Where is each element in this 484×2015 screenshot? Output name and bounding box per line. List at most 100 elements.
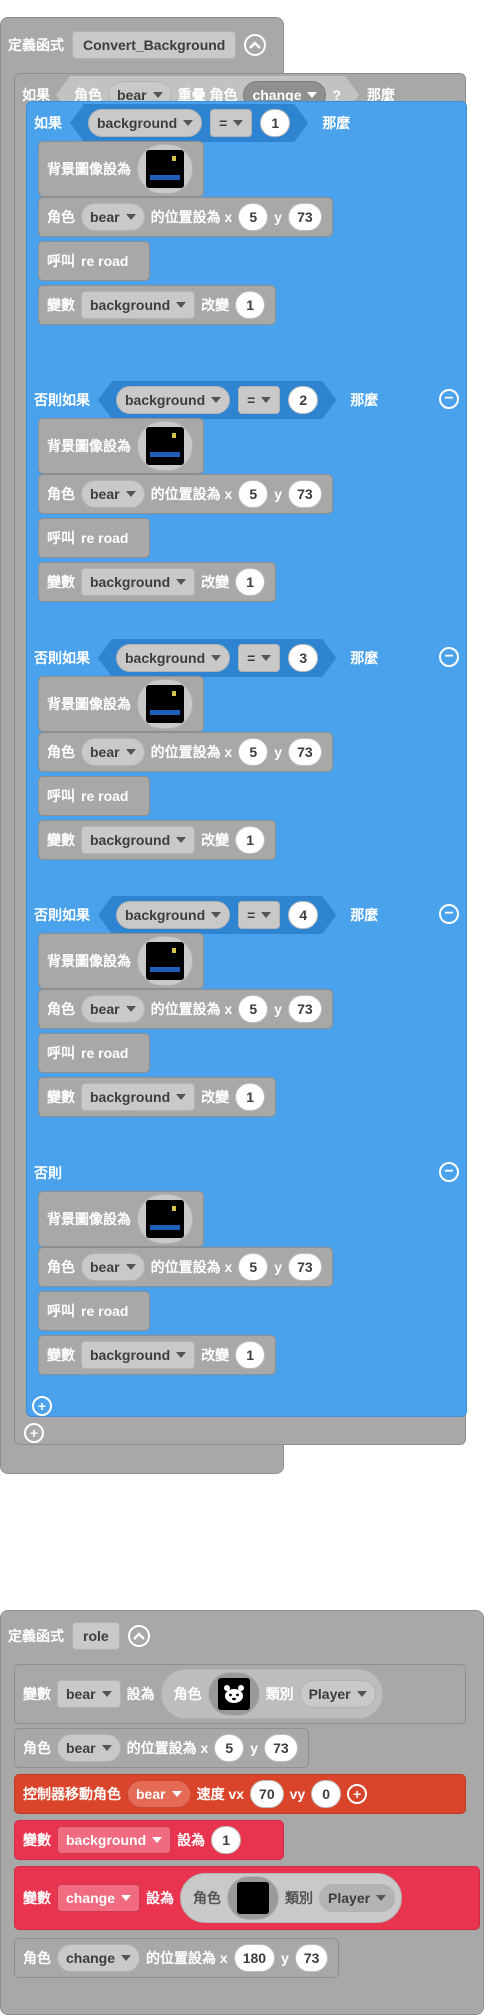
change-by-input[interactable]: 1	[235, 826, 266, 854]
vy-input[interactable]: 0	[311, 1780, 342, 1808]
set-sprite-position-block[interactable]: 角色 bear 的位置設為 x 5 y 73	[38, 989, 333, 1029]
set-variable-block[interactable]: 變數 background 設為 1	[14, 1820, 284, 1860]
call-function-block[interactable]: 呼叫 re road	[38, 1291, 150, 1331]
background-image-picker[interactable]	[137, 679, 193, 729]
operator-dropdown[interactable]: =	[238, 386, 280, 414]
remove-minus-icon[interactable]: −	[439, 389, 459, 409]
set-variable-sprite-block[interactable]: 變數 change 設為 角色 類別 Player	[14, 1866, 480, 1930]
variable-label: 變數	[47, 297, 75, 313]
set-sprite-position-block[interactable]: 角色 change 的位置設為 x 180 y 73	[14, 1938, 340, 1978]
remove-minus-icon[interactable]: −	[439, 904, 459, 924]
compare-value-input[interactable]: 1	[260, 109, 290, 137]
sprite-constructor[interactable]: 角色 類別 Player	[180, 1873, 403, 1923]
y-input[interactable]: 73	[288, 738, 322, 766]
set-sprite-position-block[interactable]: 角色 bear 的位置設為 x 5 y 73	[38, 732, 333, 772]
add-plus-icon[interactable]: +	[24, 1423, 44, 1443]
sprite-dropdown[interactable]: bear	[81, 203, 145, 231]
y-input[interactable]: 73	[294, 1944, 329, 1972]
variable-dropdown[interactable]: background	[57, 1826, 172, 1854]
sprite-constructor[interactable]: 角色 類別 Player	[160, 1669, 383, 1719]
procedure-header[interactable]: 定義函式 Convert_Background	[0, 17, 284, 73]
variable-dropdown[interactable]: background	[81, 826, 196, 854]
value-input[interactable]: 1	[211, 1826, 242, 1854]
call-function-block[interactable]: 呼叫 re road	[38, 518, 150, 558]
set-sprite-position-block[interactable]: 角色 bear 的位置設為 x 5 y 73	[38, 1247, 333, 1287]
kind-dropdown[interactable]: Player	[299, 1680, 376, 1708]
x-input[interactable]: 5	[238, 480, 269, 508]
set-background-block[interactable]: 背景圖像設為	[38, 933, 204, 989]
change-variable-block[interactable]: 變數 background 改變 1	[38, 820, 277, 860]
set-background-block[interactable]: 背景圖像設為	[38, 1191, 204, 1247]
change-by-input[interactable]: 1	[235, 1083, 266, 1111]
operator-dropdown[interactable]: =	[238, 644, 280, 672]
procedure-header[interactable]: 定義函式 role	[0, 1610, 150, 1662]
variable-dropdown[interactable]: change	[57, 1884, 141, 1912]
function-name-field[interactable]: Convert_Background	[72, 31, 237, 59]
change-variable-block[interactable]: 變數 background 改變 1	[38, 562, 277, 602]
variable-dropdown[interactable]: background	[116, 901, 230, 929]
variable-dropdown[interactable]: background	[81, 1341, 196, 1369]
set-background-block[interactable]: 背景圖像設為	[38, 676, 204, 732]
operator-dropdown[interactable]: =	[210, 109, 252, 137]
change-by-input[interactable]: 1	[235, 1341, 266, 1369]
set-background-block[interactable]: 背景圖像設為	[38, 418, 204, 474]
variable-dropdown[interactable]: background	[81, 1083, 196, 1111]
variable-dropdown[interactable]: background	[116, 386, 230, 414]
collapse-chevron-up-icon[interactable]	[244, 34, 267, 56]
x-input[interactable]: 5	[214, 1734, 245, 1762]
set-variable-sprite-block[interactable]: 變數 bear 設為 角色 類別 Player	[14, 1664, 466, 1724]
variable-dropdown[interactable]: background	[81, 568, 196, 596]
change-variable-block[interactable]: 變數 background 改變 1	[38, 285, 277, 325]
remove-minus-icon[interactable]: −	[439, 647, 459, 667]
change-by-input[interactable]: 1	[235, 568, 266, 596]
controller-move-sprite-block[interactable]: 控制器移動角色 bear 速度 vx 70 vy 0 +	[14, 1774, 466, 1814]
operator-dropdown[interactable]: =	[238, 901, 280, 929]
y-input[interactable]: 73	[264, 1734, 298, 1762]
variable-dropdown[interactable]: background	[81, 291, 196, 319]
function-name-field[interactable]: role	[72, 1622, 120, 1650]
x-input[interactable]: 5	[238, 1253, 269, 1281]
background-image-picker[interactable]	[137, 421, 193, 471]
call-function-block[interactable]: 呼叫 re road	[38, 776, 150, 816]
compare-value-input[interactable]: 2	[288, 386, 318, 414]
background-image-picker[interactable]	[137, 936, 193, 986]
sprite-dropdown[interactable]: bear	[81, 738, 145, 766]
x-input[interactable]: 5	[238, 995, 269, 1023]
call-function-block[interactable]: 呼叫 re road	[38, 241, 150, 281]
set-background-block[interactable]: 背景圖像設為	[38, 141, 204, 197]
set-sprite-position-block[interactable]: 角色 bear 的位置設為 x 5 y 73	[38, 197, 333, 237]
sprite-dropdown[interactable]: bear	[57, 1734, 121, 1762]
sprite-dropdown[interactable]: change	[57, 1944, 141, 1972]
compare-value-input[interactable]: 4	[288, 901, 318, 929]
y-input[interactable]: 73	[288, 480, 322, 508]
background-image-picker[interactable]	[137, 1194, 193, 1244]
x-input[interactable]: 5	[238, 738, 269, 766]
background-image-picker[interactable]	[137, 144, 193, 194]
call-function-block[interactable]: 呼叫 re road	[38, 1033, 150, 1073]
sprite-dropdown[interactable]: bear	[81, 995, 145, 1023]
y-input[interactable]: 73	[288, 203, 322, 231]
sprite-dropdown[interactable]: bear	[127, 1780, 191, 1808]
blank-sprite-image[interactable]	[227, 1876, 280, 1920]
set-sprite-position-block[interactable]: 角色 bear 的位置設為 x 5 y 73	[14, 1728, 309, 1768]
sprite-dropdown[interactable]: bear	[81, 1253, 145, 1281]
variable-dropdown[interactable]: background	[116, 644, 230, 672]
variable-dropdown[interactable]: bear	[57, 1680, 121, 1708]
add-plus-icon[interactable]: +	[347, 1784, 368, 1804]
vx-input[interactable]: 70	[250, 1780, 284, 1808]
bear-sprite-image[interactable]	[207, 1672, 260, 1716]
x-input[interactable]: 180	[233, 1944, 276, 1972]
change-variable-block[interactable]: 變數 background 改變 1	[38, 1335, 277, 1375]
sprite-dropdown[interactable]: bear	[81, 480, 145, 508]
set-sprite-position-block[interactable]: 角色 bear 的位置設為 x 5 y 73	[38, 474, 333, 514]
y-input[interactable]: 73	[288, 995, 322, 1023]
change-by-input[interactable]: 1	[235, 291, 266, 319]
remove-minus-icon[interactable]: −	[439, 1162, 459, 1182]
collapse-chevron-up-icon[interactable]	[127, 1625, 150, 1647]
kind-dropdown[interactable]: Player	[319, 1884, 396, 1912]
x-input[interactable]: 5	[238, 203, 269, 231]
variable-dropdown[interactable]: background	[88, 109, 202, 137]
change-variable-block[interactable]: 變數 background 改變 1	[38, 1077, 277, 1117]
compare-value-input[interactable]: 3	[288, 644, 318, 672]
y-input[interactable]: 73	[288, 1253, 322, 1281]
